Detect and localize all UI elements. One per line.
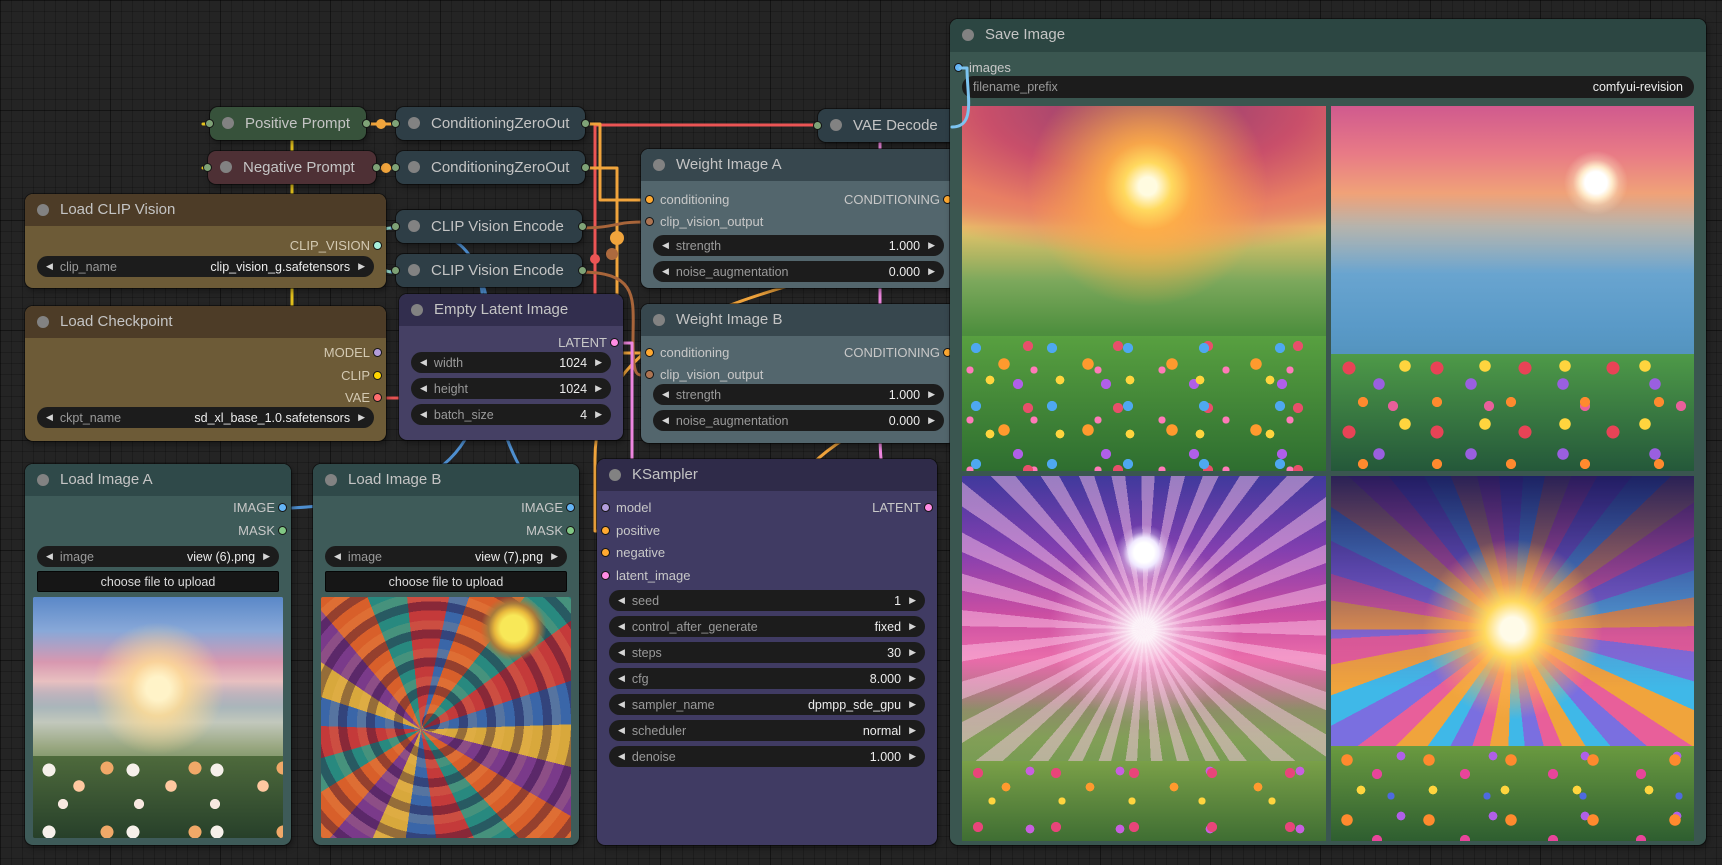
link-image-vae-save bbox=[952, 68, 969, 127]
link-wires-top bbox=[0, 0, 1722, 865]
graph-canvas[interactable]: Positive Prompt Negative Prompt Conditio… bbox=[0, 0, 1722, 865]
